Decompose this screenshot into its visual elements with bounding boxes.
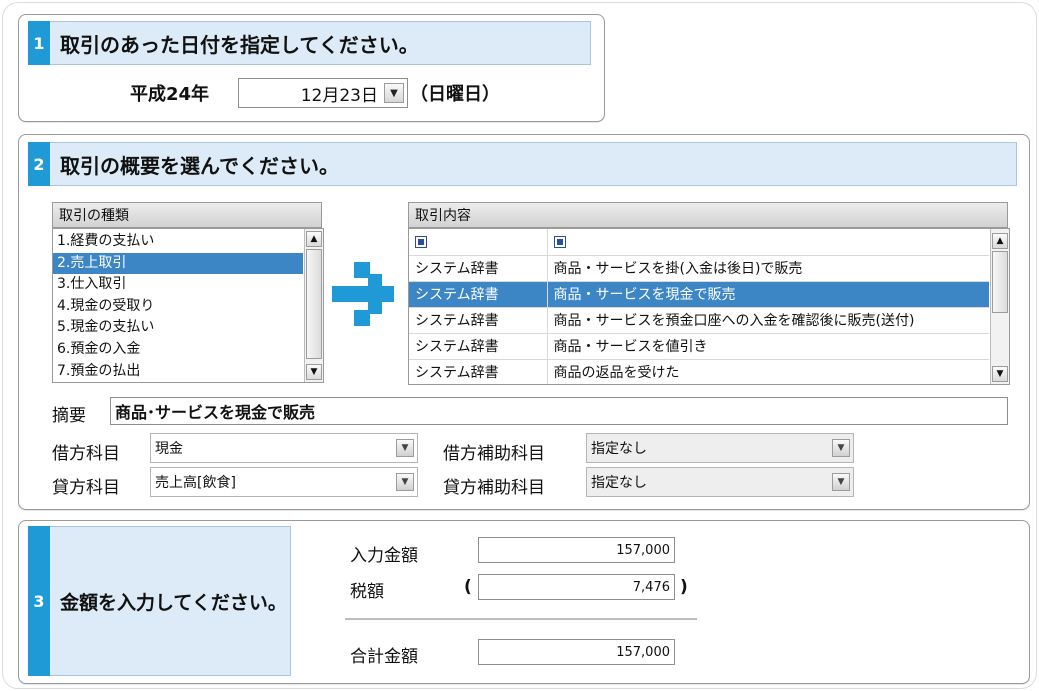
tax-label: 税額 <box>350 582 384 602</box>
content-text-cell: 商品・サービスを現金で販売 <box>547 281 989 308</box>
chevron-down-icon[interactable]: ▼ <box>396 439 414 457</box>
step2-title: 取引の概要を選んでください。 <box>50 142 1017 186</box>
type-list-item[interactable]: 3.仕入取引 <box>53 274 303 296</box>
content-text-cell: 商品・サービスを預金口座への入金を確認後に販売(送付) <box>547 307 989 334</box>
content-text-cell: 商品の返品を受けた <box>547 359 989 384</box>
type-list-item[interactable]: 4.現金の受取り <box>53 296 303 318</box>
tax-open-paren: ( <box>464 577 472 597</box>
type-list-item[interactable]: 6.預金の入金 <box>53 339 303 361</box>
content-list-header: 取引内容 <box>408 202 1008 228</box>
chevron-down-icon[interactable]: ▼ <box>396 473 414 491</box>
content-source-cell: システム辞書 <box>409 307 548 334</box>
step3-title: 金額を入力してください。 <box>50 526 291 676</box>
summary-label: 摘要 <box>52 406 86 426</box>
content-list-scrollbar[interactable]: ▲ ▼ <box>990 229 1009 384</box>
total-divider <box>345 618 697 620</box>
type-list-item[interactable]: 5.現金の支払い <box>53 317 303 339</box>
era-year-label: 平成24年 <box>130 84 210 105</box>
debit-label: 借方科目 <box>52 444 120 464</box>
type-list-item[interactable]: 2.売上取引 <box>53 252 303 275</box>
chevron-down-icon[interactable]: ▼ <box>832 473 850 491</box>
content-row[interactable]: システム辞書 商品・サービスを現金で販売 <box>409 281 989 308</box>
debit-account-value: 現金 <box>155 441 183 457</box>
credit-label: 貸方科目 <box>52 478 120 498</box>
content-list[interactable]: システム辞書 商品・サービスを掛(入金は後日)で販売 システム辞書 商品・サービスを現… <box>408 228 1010 385</box>
step3-number: 3 <box>28 526 50 676</box>
content-header-row <box>409 229 989 256</box>
content-text-cell: 商品・サービスを掛(入金は後日)で販売 <box>547 255 989 282</box>
chevron-down-icon[interactable]: ▼ <box>384 83 404 103</box>
content-source-cell: システム辞書 <box>409 255 548 282</box>
tax-close-paren: ) <box>680 577 688 597</box>
total-amount-field[interactable]: 157,000 <box>478 639 675 665</box>
content-row[interactable]: システム辞書 商品・サービスを値引き <box>409 333 989 360</box>
input-amount-field[interactable]: 157,000 <box>478 537 675 563</box>
type-list-item[interactable]: 7.預金の払出 <box>53 361 303 382</box>
debit-sub-value: 指定なし <box>591 441 647 457</box>
date-value: 12月23日 <box>300 85 378 106</box>
date-combobox[interactable]: 12月23日 ▼ <box>238 78 408 108</box>
input-amount-label: 入力金額 <box>350 546 418 566</box>
type-list-scrollbar[interactable]: ▲ ▼ <box>304 229 323 382</box>
type-list-header: 取引の種類 <box>52 202 322 228</box>
step1-header: 1 取引のあった日付を指定してください。 <box>28 21 591 65</box>
content-text-cell: 商品・サービスを値引き <box>547 333 989 360</box>
scroll-thumb[interactable] <box>306 249 322 359</box>
credit-account-select[interactable]: 売上高[飲食] ▼ <box>150 467 418 497</box>
content-source-cell: システム辞書 <box>409 359 548 384</box>
tax-amount-field[interactable]: 7,476 <box>478 574 675 600</box>
credit-account-value: 売上高[飲食] <box>155 475 236 491</box>
type-list-item[interactable]: 1.経費の支払い <box>53 231 303 253</box>
total-amount-label: 合計金額 <box>350 647 418 667</box>
step1-title: 取引のあった日付を指定してください。 <box>50 21 591 65</box>
content-row[interactable]: システム辞書 商品・サービスを預金口座への入金を確認後に販売(送付) <box>409 307 989 334</box>
content-row[interactable]: システム辞書 商品の返品を受けた <box>409 359 989 384</box>
credit-sub-select[interactable]: 指定なし ▼ <box>586 467 854 497</box>
step1-number: 1 <box>28 21 50 65</box>
step3-header: 3 金額を入力してください。 <box>28 526 291 676</box>
arrow-right-icon <box>332 262 394 326</box>
type-list[interactable]: 1.経費の支払い 2.売上取引 3.仕入取引 4.現金の受取り 5.現金の支払い 6.預金… <box>52 228 324 383</box>
summary-input[interactable]: 商品･サービスを現金で販売 <box>110 397 1008 425</box>
content-table: システム辞書 商品・サービスを掛(入金は後日)で販売 システム辞書 商品・サービスを現… <box>409 229 989 384</box>
content-source-cell: システム辞書 <box>409 281 548 308</box>
scroll-down-icon[interactable]: ▼ <box>992 366 1008 382</box>
debit-account-select[interactable]: 現金 ▼ <box>150 433 418 463</box>
checkbox-icon[interactable] <box>553 235 566 248</box>
scroll-up-icon[interactable]: ▲ <box>306 231 322 247</box>
scroll-up-icon[interactable]: ▲ <box>992 233 1008 249</box>
scroll-down-icon[interactable]: ▼ <box>306 364 322 380</box>
step2-number: 2 <box>28 142 50 186</box>
step2-header: 2 取引の概要を選んでください。 <box>28 142 1017 186</box>
debit-sub-label: 借方補助科目 <box>443 444 545 464</box>
weekday-label: （日曜日） <box>410 84 500 105</box>
scroll-thumb[interactable] <box>992 251 1008 313</box>
credit-sub-label: 貸方補助科目 <box>443 478 545 498</box>
credit-sub-value: 指定なし <box>591 475 647 491</box>
content-source-cell: システム辞書 <box>409 333 548 360</box>
chevron-down-icon[interactable]: ▼ <box>832 439 850 457</box>
checkbox-icon[interactable] <box>415 235 427 248</box>
debit-sub-select[interactable]: 指定なし ▼ <box>586 433 854 463</box>
content-row[interactable]: システム辞書 商品・サービスを掛(入金は後日)で販売 <box>409 255 989 282</box>
